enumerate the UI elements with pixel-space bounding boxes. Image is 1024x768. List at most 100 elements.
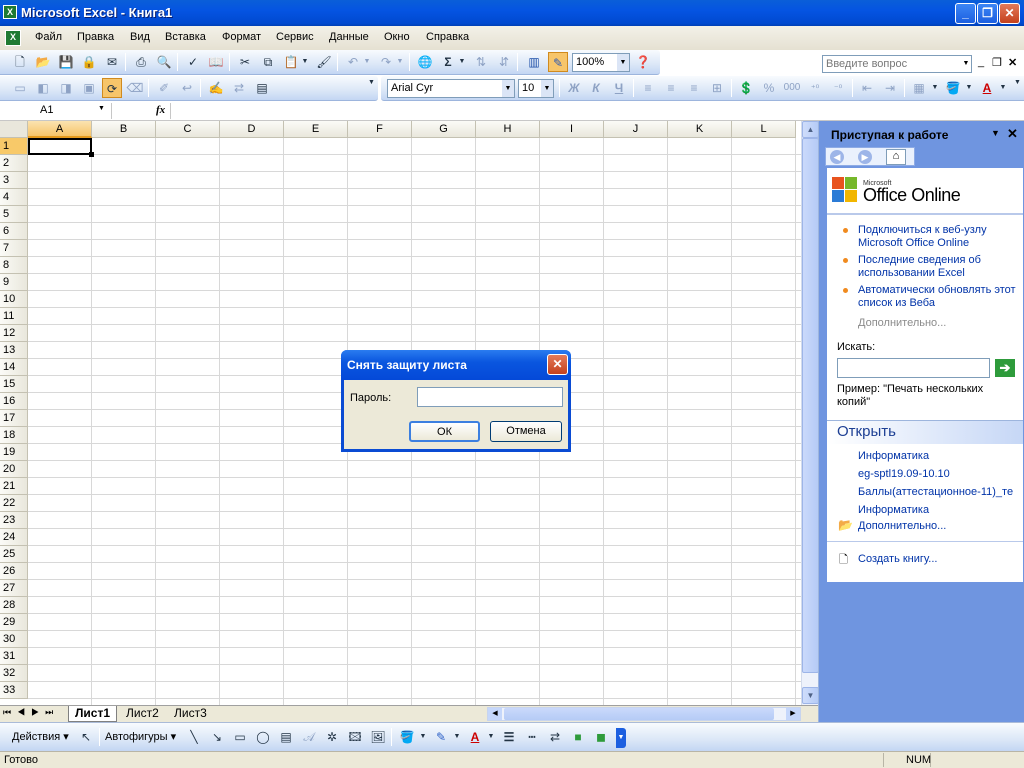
recent-file-3[interactable]: Баллы(аттестационное-11)_те [858, 486, 1020, 499]
row-header-2[interactable]: 2 [0, 155, 28, 172]
scroll-left-icon[interactable]: ◀ [488, 708, 502, 720]
column-header-b[interactable]: B [92, 121, 156, 138]
row-header-32[interactable]: 32 [0, 665, 28, 682]
help-icon[interactable]: ❓ [633, 52, 653, 72]
toolbar-options-icon[interactable]: ▼ [1014, 79, 1022, 99]
row-header-19[interactable]: 19 [0, 444, 28, 461]
fx-icon[interactable]: fx [156, 104, 165, 116]
font-color-icon[interactable]: A [977, 78, 997, 98]
home-icon[interactable]: ⌂ [886, 149, 906, 165]
pane-search-input[interactable] [837, 358, 990, 378]
increase-indent-icon[interactable]: ⇥ [880, 78, 900, 98]
row-header-8[interactable]: 8 [0, 257, 28, 274]
picture-icon[interactable]: 🖼 [368, 727, 388, 747]
font-size-select[interactable]: 10 ▼ [518, 79, 554, 98]
select-all-corner[interactable] [0, 121, 28, 138]
row-header-21[interactable]: 21 [0, 478, 28, 495]
row-header-12[interactable]: 12 [0, 325, 28, 342]
underline-button[interactable]: Ч [609, 78, 629, 98]
column-header-f[interactable]: F [348, 121, 412, 138]
research-icon[interactable]: 📖 [206, 52, 226, 72]
close-button[interactable]: ✕ [999, 3, 1020, 24]
row-header-27[interactable]: 27 [0, 580, 28, 597]
row-header-24[interactable]: 24 [0, 529, 28, 546]
undo-icon[interactable]: ↶ [343, 52, 363, 72]
row-header-30[interactable]: 30 [0, 631, 28, 648]
align-center-icon[interactable]: ≡ [661, 78, 681, 98]
tab-sheet3[interactable]: Лист3 [168, 706, 213, 722]
copy-icon[interactable]: ⧉ [258, 52, 278, 72]
row-header-18[interactable]: 18 [0, 427, 28, 444]
pane-close-icon[interactable]: ✕ [1007, 126, 1018, 142]
back-icon[interactable]: ◀ [830, 150, 844, 164]
open-more-link[interactable]: Дополнительно... [858, 520, 946, 533]
column-header-k[interactable]: K [668, 121, 732, 138]
fill-dropdown-icon[interactable]: ▼ [418, 727, 428, 747]
save-icon[interactable]: 💾 [56, 52, 76, 72]
font-color-dropdown-icon[interactable]: ▼ [486, 727, 496, 747]
wordart-icon[interactable]: 𝒜 [299, 727, 319, 747]
autosum-dropdown-icon[interactable]: ▼ [457, 52, 467, 72]
doc-minimize-icon[interactable]: _ [978, 56, 984, 68]
tab-sheet2[interactable]: Лист2 [120, 706, 165, 722]
column-header-l[interactable]: L [732, 121, 796, 138]
new-icon[interactable]: 🗋 [10, 52, 30, 72]
recent-file-1[interactable]: Информатика [858, 450, 929, 463]
name-box[interactable]: A1 [2, 103, 112, 119]
link-latest-news[interactable]: Последние сведения об использовании Exce… [858, 254, 1018, 280]
minimize-button[interactable]: _ [955, 3, 976, 24]
excel-app-icon[interactable]: X [3, 5, 17, 19]
cancel-button[interactable]: Отмена [490, 421, 562, 442]
scroll-up-icon[interactable]: ▲ [802, 121, 819, 138]
column-header-e[interactable]: E [284, 121, 348, 138]
fill-color-icon[interactable]: 🪣 [397, 727, 417, 747]
column-header-g[interactable]: G [412, 121, 476, 138]
horizontal-scrollbar[interactable]: ◀ ▶ [487, 707, 801, 721]
print-icon[interactable]: ⎙ [131, 52, 151, 72]
link-more[interactable]: Дополнительно... [858, 317, 946, 330]
align-right-icon[interactable]: ≡ [684, 78, 704, 98]
shadow-icon[interactable]: ■ [568, 727, 588, 747]
chart-wizard-icon[interactable]: ▥ [524, 52, 544, 72]
arrow-style-icon[interactable]: ⇄ [545, 727, 565, 747]
delete-comment-icon[interactable]: ⌫ [125, 78, 145, 98]
redo-icon[interactable]: ↷ [376, 52, 396, 72]
menu-insert[interactable]: Вставка [165, 31, 206, 43]
ask-dropdown-icon[interactable]: ▼ [960, 55, 972, 73]
ask-question-input[interactable]: Введите вопрос [822, 55, 972, 73]
menu-tools[interactable]: Сервис [276, 31, 314, 43]
column-header-i[interactable]: I [540, 121, 604, 138]
row-header-20[interactable]: 20 [0, 461, 28, 478]
fill-dropdown-icon[interactable]: ▼ [964, 78, 974, 98]
restore-button[interactable]: ❐ [977, 3, 998, 24]
actions-menu[interactable]: Действия ▾ [12, 730, 69, 743]
open-icon[interactable]: 📂 [33, 52, 53, 72]
scroll-thumb[interactable] [802, 138, 819, 673]
hyperlink-icon[interactable]: 🌐 [415, 52, 435, 72]
align-left-icon[interactable]: ≡ [638, 78, 658, 98]
tab-scroll-arrows[interactable]: ⏮◀▶⏭ [3, 707, 59, 718]
menu-data[interactable]: Данные [329, 31, 369, 43]
row-header-26[interactable]: 26 [0, 563, 28, 580]
show-all-comments-icon[interactable]: ⟳ [102, 78, 122, 98]
vertical-scrollbar[interactable]: ▲ ▼ [801, 121, 819, 705]
create-workbook-link[interactable]: Создать книгу... [858, 553, 937, 566]
prev-comment-icon[interactable]: ◧ [33, 78, 53, 98]
row-header-3[interactable]: 3 [0, 172, 28, 189]
line-color-icon[interactable]: ✎ [431, 727, 451, 747]
dialog-close-icon[interactable]: ✕ [547, 354, 568, 375]
column-header-d[interactable]: D [220, 121, 284, 138]
zoom-select[interactable]: 100% ▼ [572, 53, 630, 72]
select-pointer-icon[interactable]: ↖ [76, 727, 96, 747]
row-header-5[interactable]: 5 [0, 206, 28, 223]
toolbar-options-icon[interactable]: ▼ [368, 79, 376, 99]
font-name-select[interactable]: Arial Cyr ▼ [387, 79, 515, 98]
row-header-29[interactable]: 29 [0, 614, 28, 631]
row-header-22[interactable]: 22 [0, 495, 28, 512]
rectangle-icon[interactable]: ▭ [230, 727, 250, 747]
line-style-icon[interactable]: ☰ [499, 727, 519, 747]
show-comment-icon[interactable]: ▣ [79, 78, 99, 98]
row-header-7[interactable]: 7 [0, 240, 28, 257]
menu-view[interactable]: Вид [130, 31, 150, 43]
font-color-icon[interactable]: A [465, 727, 485, 747]
